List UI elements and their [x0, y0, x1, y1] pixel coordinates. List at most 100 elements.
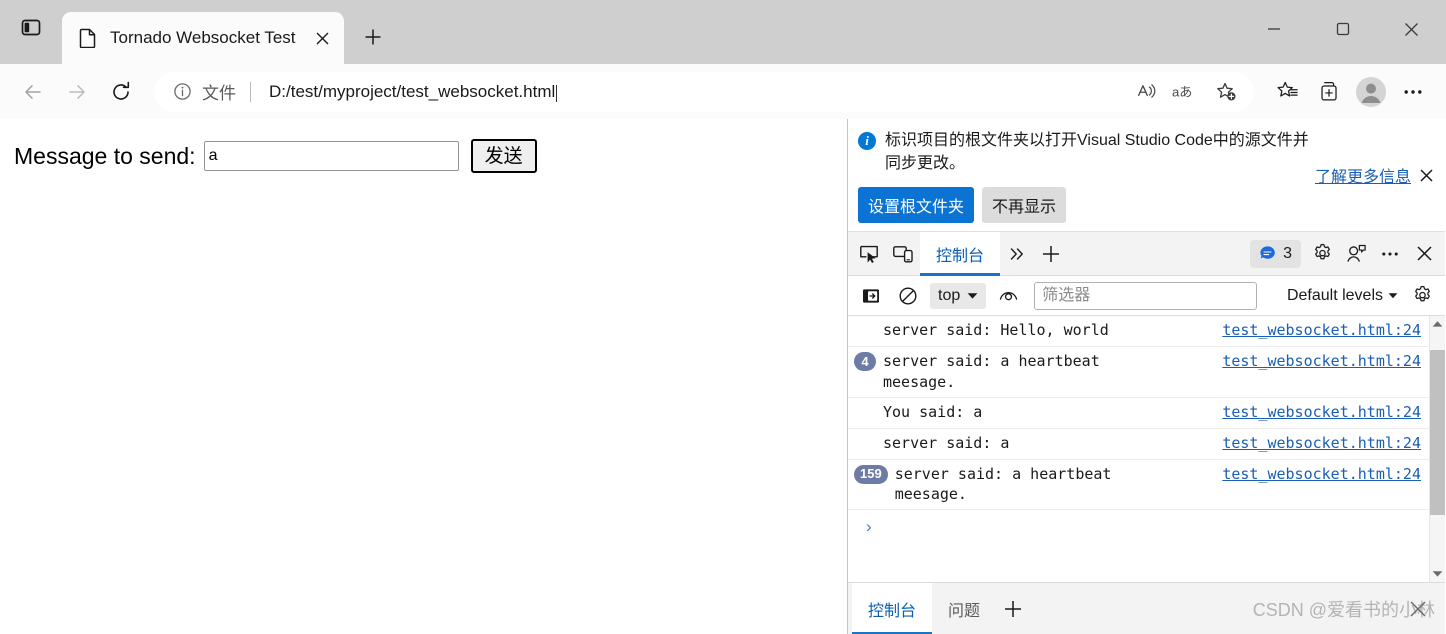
read-aloud-icon[interactable]	[1126, 75, 1166, 109]
speech-bubble-icon	[1259, 245, 1276, 262]
console-message-text: server said: a heartbeat meesage.	[883, 352, 1100, 392]
reload-button[interactable]	[100, 71, 142, 113]
toolbar-right	[1266, 71, 1434, 113]
console-source-link[interactable]: test_websocket.html:24	[1222, 320, 1421, 341]
drawer-tab-console[interactable]: 控制台	[852, 582, 933, 634]
banner-link-row: 了解更多信息	[1315, 163, 1435, 187]
browser-window: Tornado Websocket Test 文件 D:/test/myproj…	[0, 0, 1446, 634]
scrollbar-thumb[interactable]	[1430, 350, 1445, 516]
translate-icon[interactable]: aあ	[1166, 75, 1206, 109]
banner-buttons: 设置根文件夹 不再显示	[858, 187, 1435, 224]
console-sidebar-icon[interactable]	[854, 279, 888, 313]
devtools-tab-bar: 控制台 3	[848, 231, 1445, 277]
devtools-close-icon[interactable]	[1407, 237, 1441, 271]
console-message-row[interactable]: server said: a test_websocket.html:24	[848, 429, 1429, 460]
send-button[interactable]: 发送	[470, 139, 537, 173]
console-rows: server said: Hello, world test_websocket…	[848, 316, 1429, 582]
inspect-element-icon[interactable]	[852, 237, 886, 271]
add-tab-plus-icon[interactable]	[1034, 237, 1068, 271]
message-count: 3	[1283, 244, 1292, 262]
devtools-drawer: 控制台 问题 CSDN @爱看书的小林	[848, 582, 1445, 634]
close-icon[interactable]	[1417, 166, 1435, 184]
info-circle-icon[interactable]	[168, 78, 196, 106]
repeat-count-badge: 4	[854, 352, 876, 372]
document-icon	[78, 28, 98, 48]
console-source-link[interactable]: test_websocket.html:24	[1222, 433, 1421, 454]
profile-avatar-icon[interactable]	[1350, 71, 1392, 113]
vscode-root-folder-banner: i 标识项目的根文件夹以打开Visual Studio Code中的源文件并同步…	[848, 119, 1445, 233]
back-button[interactable]	[12, 71, 54, 113]
context-label: top	[938, 286, 961, 304]
chevron-down-icon	[967, 292, 978, 300]
window-controls	[1239, 0, 1446, 58]
console-input-prompt[interactable]: ›	[848, 510, 1429, 544]
levels-label: Default levels	[1286, 286, 1383, 304]
close-icon[interactable]	[308, 23, 338, 53]
console-message-text: server said: a heartbeat meesage.	[894, 464, 1112, 504]
scroll-down-arrow-icon[interactable]	[1432, 566, 1443, 582]
feedback-icon[interactable]	[1339, 237, 1373, 271]
maximize-icon[interactable]	[1308, 0, 1377, 58]
learn-more-link[interactable]: 了解更多信息	[1315, 163, 1411, 187]
page-viewport: Message to send: 发送	[0, 119, 848, 634]
info-circle-icon: i	[858, 132, 876, 150]
banner-message: 标识项目的根文件夹以打开Visual Studio Code中的源文件并同步更改…	[885, 132, 1309, 173]
console-source-link[interactable]: test_websocket.html:24	[1222, 402, 1421, 423]
console-message-row[interactable]: 159 server said: a heartbeat meesage. te…	[848, 460, 1429, 511]
console-message-text: server said: a	[883, 433, 1010, 452]
chevron-down-icon	[1388, 292, 1398, 300]
devtools-panel: i 标识项目的根文件夹以打开Visual Studio Code中的源文件并同步…	[848, 119, 1445, 634]
message-form-row: Message to send: 发送	[0, 119, 847, 173]
console-scrollbar[interactable]	[1429, 316, 1445, 582]
drawer-tab-issues[interactable]: 问题	[932, 583, 996, 634]
message-input[interactable]	[203, 141, 459, 171]
console-message-text: You said: a	[883, 402, 983, 421]
drawer-close-icon[interactable]	[1405, 596, 1431, 622]
close-icon[interactable]	[1377, 0, 1446, 58]
console-message-row[interactable]: 4 server said: a heartbeat meesage. test…	[848, 347, 1429, 398]
console-settings-gear-icon[interactable]	[1405, 279, 1439, 313]
live-expression-eye-icon[interactable]	[991, 279, 1025, 313]
console-message-row[interactable]: server said: Hello, world test_websocket…	[848, 316, 1429, 348]
favorites-star-list-icon[interactable]	[1266, 71, 1308, 113]
address-bar[interactable]: 文件 D:/test/myproject/test_websocket.html…	[154, 71, 1254, 112]
dont-show-again-button[interactable]: 不再显示	[982, 187, 1067, 224]
chevron-double-right-icon[interactable]	[1000, 237, 1034, 271]
clear-console-icon[interactable]	[891, 279, 925, 313]
tab-actions-container	[0, 0, 62, 64]
repeat-count-badge: 159	[854, 464, 888, 484]
content-area: Message to send: 发送 i 标识项目的根文件夹以打开Visual…	[0, 119, 1446, 634]
scroll-up-arrow-icon[interactable]	[1432, 316, 1443, 332]
prompt-chevron-icon: ›	[866, 517, 872, 537]
console-filter-input[interactable]	[1034, 281, 1258, 310]
console-filter-bar: top Default levels	[848, 276, 1445, 317]
tab-title: Tornado Websocket Test	[110, 28, 296, 47]
split-panel-icon[interactable]	[14, 12, 48, 42]
console-message-count-badge[interactable]: 3	[1250, 239, 1301, 268]
browser-tab[interactable]: Tornado Websocket Test	[62, 12, 344, 64]
console-message-row[interactable]: You said: a test_websocket.html:24	[848, 398, 1429, 429]
forward-button[interactable]	[56, 71, 98, 113]
device-emulation-icon[interactable]	[886, 237, 920, 271]
minimize-icon[interactable]	[1239, 0, 1308, 58]
devtools-more-icon[interactable]	[1373, 237, 1407, 271]
drawer-add-tab-plus-icon[interactable]	[996, 592, 1030, 626]
address-url-text[interactable]: D:/test/myproject/test_websocket.html	[255, 82, 1126, 102]
browser-more-icon[interactable]	[1392, 71, 1434, 113]
star-plus-icon[interactable]	[1206, 75, 1246, 109]
new-tab-button[interactable]	[352, 16, 394, 58]
tab-console[interactable]: 控制台	[920, 231, 1001, 276]
console-source-link[interactable]: test_websocket.html:24	[1222, 351, 1421, 372]
console-source-link[interactable]: test_websocket.html:24	[1222, 464, 1421, 485]
address-bar-actions: aあ	[1126, 75, 1246, 109]
set-root-folder-button[interactable]: 设置根文件夹	[858, 187, 975, 224]
scrollbar-track[interactable]	[1430, 332, 1445, 566]
execution-context-dropdown[interactable]: top	[930, 282, 987, 309]
svg-text:aあ: aあ	[1172, 84, 1192, 99]
log-levels-dropdown[interactable]: Default levels	[1283, 287, 1402, 305]
console-message-text: server said: Hello, world	[883, 321, 1109, 340]
collections-icon[interactable]	[1308, 71, 1350, 113]
gear-icon[interactable]	[1305, 237, 1339, 271]
navigation-bar: 文件 D:/test/myproject/test_websocket.html…	[0, 64, 1446, 119]
address-separator	[250, 81, 251, 102]
